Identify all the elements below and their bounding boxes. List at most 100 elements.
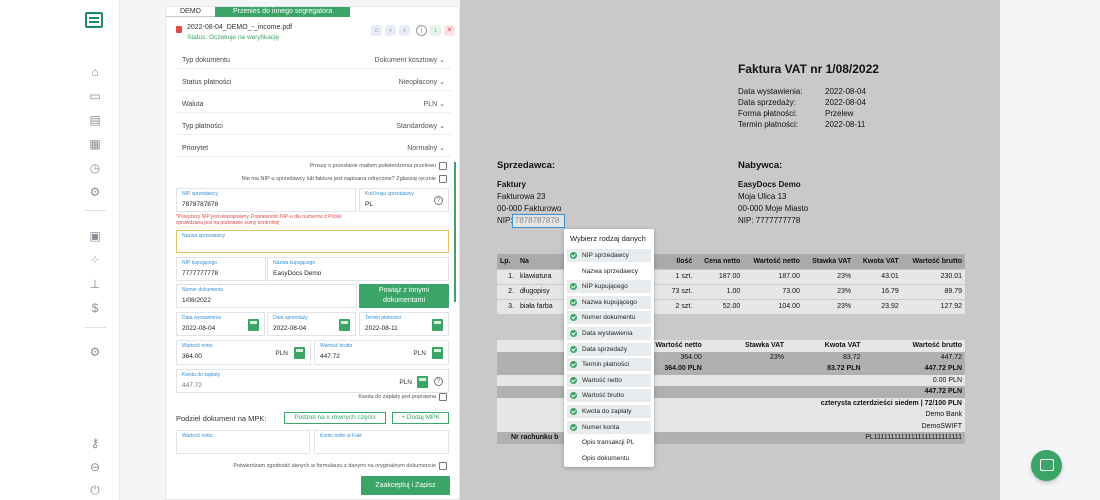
checkbox-label: Nie ma NIP-u sprzedawcy lub faktura jest… bbox=[241, 176, 436, 182]
accept-save-button[interactable]: Zaakceptuj i Zapisz bbox=[361, 476, 450, 495]
calendar-icon[interactable] bbox=[339, 319, 350, 331]
check-icon bbox=[570, 314, 577, 322]
dropdown-option[interactable]: Nazwa kupującego bbox=[567, 295, 651, 309]
dropdown-option[interactable]: Kwota do zapłaty bbox=[567, 405, 651, 418]
power-icon[interactable]: ⏻ bbox=[87, 482, 103, 498]
dropdown-option[interactable]: Wartość netto bbox=[567, 373, 651, 387]
chevron-down-icon: ⌄ bbox=[439, 101, 445, 108]
move-folder-button[interactable]: Przenieś do innego segregatora bbox=[215, 7, 351, 17]
field-value: 364.00 bbox=[182, 353, 202, 360]
confirm-data-check[interactable]: Potwierdzam zgodność danych w formularzu… bbox=[233, 462, 447, 470]
invoice-meta-values: 2022-08-04 2022-08-04 Przelew 2022-08-11 bbox=[825, 87, 866, 129]
select-payment-status[interactable]: Status płatności Nieopłacony ⌄ bbox=[176, 74, 451, 91]
next-icon[interactable]: › bbox=[399, 25, 410, 36]
dropdown-option[interactable]: Data wystawienia bbox=[567, 327, 651, 340]
buyer-nip-input[interactable]: NIP kupującego 7777777778 bbox=[176, 257, 266, 281]
chat-button[interactable] bbox=[1031, 450, 1062, 481]
select-priority[interactable]: Priorytet Normalny ⌄ bbox=[176, 140, 451, 157]
seller-name-input[interactable]: Nazwa sprzedawcy bbox=[176, 230, 449, 253]
checkbox[interactable] bbox=[439, 175, 447, 183]
checkbox[interactable] bbox=[439, 462, 447, 470]
dropdown-option[interactable]: NIP kupującego bbox=[567, 280, 651, 294]
logo-icon[interactable] bbox=[85, 12, 103, 28]
dropdown-option[interactable]: Opis dokumentu bbox=[567, 452, 651, 465]
pdf-icon bbox=[176, 26, 182, 33]
seller-nip-input[interactable]: NIP sprzedawcy 7878787878 bbox=[176, 188, 356, 212]
tab-demo[interactable]: DEMO bbox=[166, 7, 215, 17]
select-currency[interactable]: Waluta PLN ⌄ bbox=[176, 96, 451, 113]
home-doc-icon[interactable]: ⌂ bbox=[371, 25, 382, 36]
dropdown-option[interactable]: Data sprzedaży bbox=[567, 342, 651, 356]
issue-date-input[interactable]: Data wystawienia 2022-08-04 bbox=[176, 312, 265, 336]
help-icon[interactable]: ? bbox=[434, 196, 443, 205]
info-icon[interactable]: i bbox=[416, 25, 427, 36]
settings-icon[interactable]: ⚙ bbox=[87, 184, 103, 200]
field-value: Normalny ⌄ bbox=[407, 145, 445, 152]
help-icon[interactable]: ? bbox=[434, 377, 443, 386]
dropdown-title: Wybierz rodzaj danych bbox=[570, 234, 646, 243]
field-label: Kwota do zapłaty bbox=[182, 372, 221, 378]
file-name: 2022-08-04_DEMO_-_income.pdf bbox=[187, 24, 293, 31]
home-icon[interactable]: ⌂ bbox=[87, 64, 103, 80]
split-equal-button[interactable]: Podziel na x równych części bbox=[284, 412, 386, 424]
checkbox[interactable] bbox=[439, 393, 447, 401]
mpk-title: Podziel dokument na MPK: bbox=[176, 414, 267, 423]
add-mpk-button[interactable]: + Dodaj MPK bbox=[392, 412, 449, 424]
calendar-icon[interactable] bbox=[248, 319, 259, 331]
sale-date-input[interactable]: Data sprzedaży 2022-08-04 bbox=[267, 312, 356, 336]
mpk-account-input[interactable]: Konto netto w Fakt bbox=[314, 430, 449, 454]
document-number-input[interactable]: Numer dokumentu 1/08/2022 bbox=[176, 284, 357, 308]
field-label: Nazwa kupującego bbox=[273, 260, 316, 266]
email-confirmation-check[interactable]: Proszę o przesłanie mailem potwierdzenia… bbox=[309, 162, 447, 170]
link-documents-button[interactable]: Powiąż z innymi dokumentami bbox=[359, 284, 449, 308]
calendar-icon[interactable] bbox=[432, 319, 443, 331]
no-nip-check[interactable]: Nie ma NIP-u sprzedawcy lub faktura jest… bbox=[242, 175, 447, 183]
history-icon[interactable]: ◷ bbox=[87, 160, 103, 176]
folder-icon[interactable]: ▭ bbox=[87, 88, 103, 104]
due-date-input[interactable]: Termin płatności 2022-08-11 bbox=[359, 312, 449, 336]
dropdown-option[interactable]: Termin płatności bbox=[567, 358, 651, 372]
field-label: Waluta bbox=[182, 101, 204, 108]
check-icon bbox=[570, 345, 577, 353]
country-code-input[interactable]: Kod kraju sprzedawcy PL ? bbox=[359, 188, 449, 212]
field-value: 7777777778 bbox=[182, 270, 219, 277]
gear-icon[interactable]: ⚙ bbox=[87, 344, 103, 360]
org-chart-icon[interactable]: ⊥ bbox=[87, 276, 103, 292]
gross-value-input[interactable]: Wartość brutto 447.72 PLN bbox=[314, 340, 449, 365]
amount-correct-check[interactable]: Kwota do zapłaty jest poprawna bbox=[358, 393, 447, 401]
dropdown-option[interactable]: Opis transakcji PL bbox=[567, 436, 651, 449]
select-payment-type[interactable]: Typ płatności Standardowy ⌄ bbox=[176, 118, 451, 135]
check-icon bbox=[570, 252, 577, 259]
key-icon[interactable]: ⚷ bbox=[87, 435, 103, 451]
mpk-net-input[interactable]: Wartość netto bbox=[176, 430, 310, 454]
dropdown-option[interactable]: Nazwa sprzedawcy bbox=[567, 265, 651, 278]
dropdown-option[interactable]: NIP sprzedawcy bbox=[567, 249, 651, 262]
dropdown-option[interactable]: Numer konta bbox=[567, 420, 651, 434]
grid-icon[interactable]: ⁘ bbox=[87, 252, 103, 268]
field-value: 447.72 bbox=[182, 382, 202, 389]
download-icon[interactable]: ↓ bbox=[430, 25, 441, 36]
nip-selection-highlight[interactable] bbox=[512, 214, 565, 228]
delete-icon[interactable]: ✕ bbox=[444, 25, 455, 36]
dollar-icon[interactable]: $ bbox=[87, 300, 103, 316]
option-label: NIP kupującego bbox=[582, 283, 628, 291]
calculator-icon[interactable] bbox=[417, 376, 428, 388]
checkbox-label: Kwota do zapłaty jest poprawna bbox=[358, 394, 436, 400]
net-value-input[interactable]: Wartość netto 364.00 PLN bbox=[176, 340, 311, 365]
option-label: Data sprzedaży bbox=[582, 345, 628, 353]
documents-icon[interactable]: ▤ bbox=[87, 112, 103, 128]
calculator-icon[interactable] bbox=[294, 347, 305, 359]
calculator-icon[interactable] bbox=[432, 347, 443, 359]
document-preview[interactable]: Faktura VAT nr 1/08/2022 Data wystawieni… bbox=[460, 0, 1000, 500]
select-document-type[interactable]: Typ dokumentu Dokument kosztowy ⌄ bbox=[176, 52, 451, 69]
dropdown-option[interactable]: Wartość brutto bbox=[567, 389, 651, 403]
logout-icon[interactable]: ⊖ bbox=[87, 459, 103, 475]
briefcase-icon[interactable]: ▣ bbox=[87, 228, 103, 244]
calendar-icon[interactable]: ▦ bbox=[87, 136, 103, 152]
checkbox[interactable] bbox=[439, 162, 447, 170]
chevron-down-icon: ⌄ bbox=[439, 79, 445, 86]
amount-to-pay-input[interactable]: Kwota do zapłaty 447.72 PLN ? bbox=[176, 369, 449, 393]
prev-icon[interactable]: ‹ bbox=[385, 25, 396, 36]
buyer-name-input[interactable]: Nazwa kupującego EasyDocs Demo bbox=[267, 257, 449, 281]
dropdown-option[interactable]: Numer dokumentu bbox=[567, 311, 651, 325]
